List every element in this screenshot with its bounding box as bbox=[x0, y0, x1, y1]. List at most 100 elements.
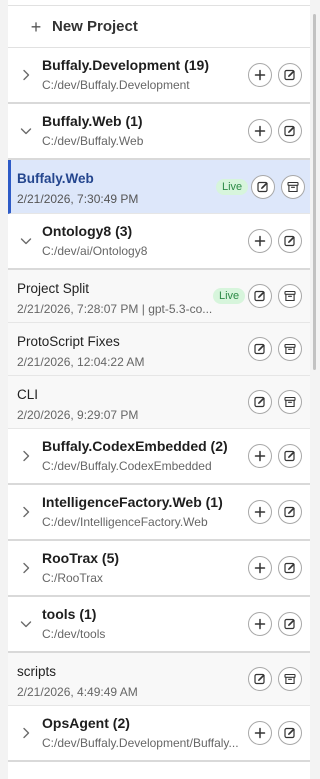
rename-project-button[interactable] bbox=[278, 119, 302, 143]
session-title: Buffaly.Web bbox=[17, 171, 94, 186]
new-session-button[interactable] bbox=[248, 612, 272, 636]
edit-icon bbox=[284, 562, 296, 574]
rename-session-button[interactable] bbox=[248, 390, 272, 414]
project-row[interactable]: tools (1) C:/dev/tools bbox=[8, 597, 310, 653]
session-title: scripts bbox=[17, 664, 57, 679]
project-path: C:/dev/Buffaly.Development/Buffaly... bbox=[42, 736, 239, 750]
project-path: C:/RooTrax bbox=[42, 571, 103, 585]
edit-icon bbox=[284, 450, 296, 462]
rename-session-button[interactable] bbox=[248, 337, 272, 361]
archive-icon bbox=[284, 396, 296, 408]
project-path: C:/dev/Buffaly.CodexEmbedded bbox=[42, 459, 212, 473]
plus-icon: + bbox=[30, 16, 42, 37]
edit-icon bbox=[257, 181, 269, 193]
plus-icon bbox=[254, 506, 266, 518]
plus-icon bbox=[254, 450, 266, 462]
new-project-button[interactable]: + New Project bbox=[8, 6, 310, 48]
project-name: tools (1) bbox=[42, 606, 97, 622]
project-name: Buffaly.Web (1) bbox=[42, 113, 143, 129]
edit-icon bbox=[284, 506, 296, 518]
edit-icon bbox=[284, 618, 296, 630]
session-row[interactable]: Buffaly.Web 2/21/2026, 7:30:49 PM Live bbox=[8, 160, 310, 214]
session-row[interactable]: scripts 2/21/2026, 4:49:49 AM bbox=[8, 653, 310, 706]
archive-session-button[interactable] bbox=[281, 174, 305, 199]
edit-icon bbox=[284, 235, 296, 247]
archive-session-button[interactable] bbox=[278, 284, 302, 308]
project-name: OpsAgent (2) bbox=[42, 715, 130, 731]
archive-icon bbox=[284, 673, 296, 685]
rename-project-button[interactable] bbox=[278, 63, 302, 87]
archive-session-button[interactable] bbox=[278, 337, 302, 361]
project-name: Buffaly.CodexEmbedded (2) bbox=[42, 438, 228, 454]
plus-icon bbox=[254, 727, 266, 739]
session-row[interactable]: Project Split 2/21/2026, 7:28:07 PM | gpt… bbox=[8, 270, 310, 323]
project-path: C:/dev/Buffaly.Development bbox=[42, 78, 190, 92]
rename-project-button[interactable] bbox=[278, 612, 302, 636]
project-row[interactable]: IntelligenceFactory.Web (1) C:/dev/Intell… bbox=[8, 485, 310, 541]
rename-project-button[interactable] bbox=[278, 500, 302, 524]
session-title: ProtoScript Fixes bbox=[17, 334, 120, 349]
rename-project-button[interactable] bbox=[278, 444, 302, 468]
new-session-button[interactable] bbox=[248, 63, 272, 87]
new-session-button[interactable] bbox=[248, 229, 272, 253]
session-title: Project Split bbox=[17, 281, 90, 296]
chevron-right-icon[interactable] bbox=[19, 505, 33, 519]
project-name: RooTrax (5) bbox=[42, 550, 120, 566]
edit-icon bbox=[254, 343, 266, 355]
archive-session-button[interactable] bbox=[278, 667, 302, 691]
edit-icon bbox=[284, 125, 296, 137]
project-sidebar: + New Project Buffaly.Development (19) C:… bbox=[8, 0, 310, 779]
project-path: C:/dev/tools bbox=[42, 627, 106, 641]
edit-icon bbox=[254, 396, 266, 408]
chevron-right-icon[interactable] bbox=[19, 68, 33, 82]
rename-project-button[interactable] bbox=[278, 721, 302, 745]
new-project-label: New Project bbox=[52, 18, 138, 35]
session-timestamp: 2/20/2026, 9:29:07 PM bbox=[17, 408, 139, 422]
project-name: Ontology8 (3) bbox=[42, 223, 133, 239]
new-session-button[interactable] bbox=[248, 119, 272, 143]
rename-project-button[interactable] bbox=[278, 556, 302, 580]
rename-session-button[interactable] bbox=[248, 284, 272, 308]
chevron-right-icon[interactable] bbox=[19, 726, 33, 740]
new-session-button[interactable] bbox=[248, 444, 272, 468]
session-row[interactable]: ProtoScript Fixes 2/21/2026, 12:04:22 AM bbox=[8, 323, 310, 376]
session-row[interactable]: CLI 2/20/2026, 9:29:07 PM bbox=[8, 376, 310, 429]
session-timestamp: 2/21/2026, 12:04:22 AM bbox=[17, 355, 145, 369]
session-timestamp: 2/21/2026, 7:28:07 PM | gpt-5.3-co... bbox=[17, 302, 212, 316]
project-row[interactable]: RooTrax (5) C:/RooTrax bbox=[8, 541, 310, 597]
project-row[interactable]: Buffaly.Development (19) C:/dev/Buffaly.D… bbox=[8, 48, 310, 104]
project-path: C:/dev/Buffaly.Web bbox=[42, 134, 144, 148]
live-badge: Live bbox=[216, 178, 249, 195]
chevron-down-icon[interactable] bbox=[19, 124, 33, 138]
chevron-right-icon[interactable] bbox=[19, 449, 33, 463]
new-session-button[interactable] bbox=[248, 556, 272, 580]
project-path: C:/dev/IntelligenceFactory.Web bbox=[42, 515, 208, 529]
edit-icon bbox=[284, 69, 296, 81]
new-session-button[interactable] bbox=[248, 721, 272, 745]
rename-project-button[interactable] bbox=[278, 229, 302, 253]
rename-session-button[interactable] bbox=[251, 174, 275, 199]
archive-icon bbox=[284, 290, 296, 302]
session-timestamp: 2/21/2026, 7:30:49 PM bbox=[17, 192, 139, 206]
project-row[interactable]: Buffaly.CodexEmbedded (2) C:/dev/Buffaly.… bbox=[8, 429, 310, 485]
project-row[interactable]: Ontology8 (3) C:/dev/ai/Ontology8 bbox=[8, 214, 310, 270]
plus-icon bbox=[254, 618, 266, 630]
project-row[interactable]: OpsAgent (2) C:/dev/Buffaly.Development/B… bbox=[8, 706, 310, 762]
edit-icon bbox=[284, 727, 296, 739]
project-list: Buffaly.Development (19) C:/dev/Buffaly.D… bbox=[8, 48, 310, 762]
plus-icon bbox=[254, 125, 266, 137]
edit-icon bbox=[254, 290, 266, 302]
plus-icon bbox=[254, 69, 266, 81]
edit-icon bbox=[254, 673, 266, 685]
chevron-down-icon[interactable] bbox=[19, 617, 33, 631]
scrollbar-thumb[interactable] bbox=[313, 14, 316, 370]
live-badge: Live bbox=[213, 288, 246, 304]
project-row[interactable]: Buffaly.Web (1) C:/dev/Buffaly.Web bbox=[8, 104, 310, 160]
project-path: C:/dev/ai/Ontology8 bbox=[42, 244, 148, 258]
archive-session-button[interactable] bbox=[278, 390, 302, 414]
new-session-button[interactable] bbox=[248, 500, 272, 524]
chevron-right-icon[interactable] bbox=[19, 561, 33, 575]
rename-session-button[interactable] bbox=[248, 667, 272, 691]
archive-icon bbox=[287, 181, 299, 193]
chevron-down-icon[interactable] bbox=[19, 234, 33, 248]
